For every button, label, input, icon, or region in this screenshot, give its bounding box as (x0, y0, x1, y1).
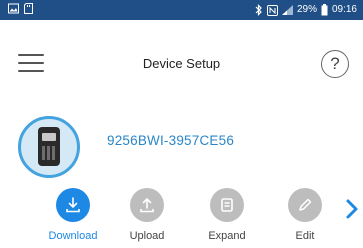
expand-icon (210, 188, 244, 222)
action-toolbar: Download Upload Expand Edit (0, 188, 363, 248)
upload-label: Upload (129, 230, 165, 242)
app-bar: Device Setup ? (0, 20, 363, 95)
page-title: Device Setup (142, 56, 221, 71)
edit-button[interactable]: Edit (270, 188, 340, 242)
handheld-radio-icon (18, 116, 80, 178)
upload-icon (130, 188, 164, 222)
device-row[interactable]: 9256BWI-3957CE56 (0, 110, 363, 178)
sd-card-icon (24, 3, 34, 14)
battery-icon (321, 4, 328, 16)
expand-button[interactable]: Expand (192, 188, 262, 242)
edit-icon (288, 188, 322, 222)
image-icon (8, 3, 19, 14)
expand-label: Expand (208, 230, 246, 242)
nfc-icon (266, 4, 278, 16)
upload-button[interactable]: Upload (112, 188, 182, 242)
battery-percent: 29% (296, 4, 317, 15)
bluetooth-icon (255, 4, 263, 16)
edit-label: Edit (295, 230, 315, 242)
help-icon[interactable]: ? (321, 50, 349, 78)
download-icon (56, 188, 90, 222)
download-button[interactable]: Download (38, 188, 108, 242)
device-id: 9256BWI-3957CE56 (107, 133, 235, 148)
signal-icon (281, 5, 293, 15)
chevron-right-icon[interactable] (345, 196, 359, 222)
status-bar: 29% 09:16 (0, 0, 363, 20)
clock: 09:16 (331, 4, 357, 15)
download-label: Download (48, 230, 98, 242)
